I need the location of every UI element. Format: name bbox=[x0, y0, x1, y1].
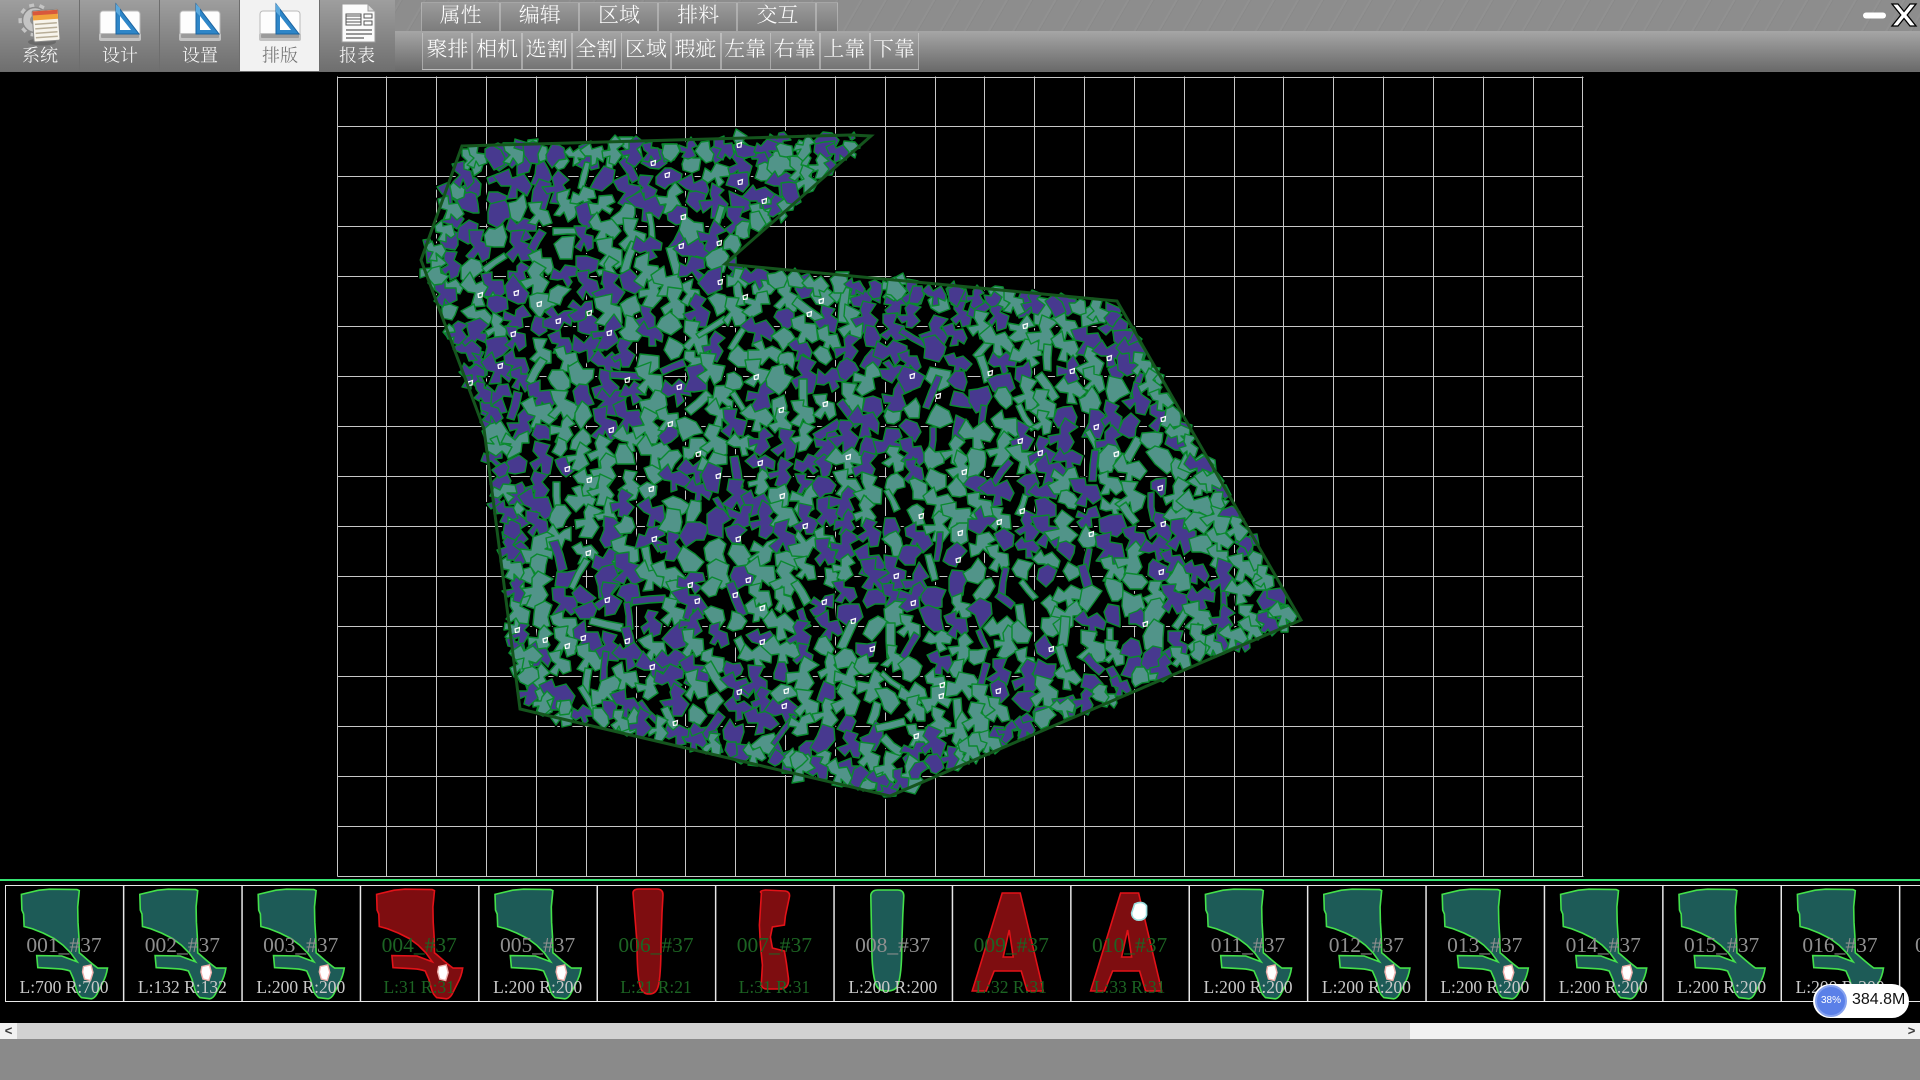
svg-text:012_#37: 012_#37 bbox=[1329, 933, 1405, 957]
svg-text:L:200 R:200: L:200 R:200 bbox=[1440, 977, 1529, 997]
svg-text:0: 0 bbox=[1915, 933, 1920, 957]
svg-text:L:200 R:200: L:200 R:200 bbox=[1559, 977, 1648, 997]
svg-text:L:200 R:200: L:200 R:200 bbox=[1677, 977, 1766, 997]
svg-text:004_#37: 004_#37 bbox=[382, 933, 458, 957]
svg-text:L:33 R:31: L:33 R:31 bbox=[1094, 977, 1165, 997]
svg-text:015_#37: 015_#37 bbox=[1684, 933, 1760, 957]
svg-text:006_#37: 006_#37 bbox=[618, 933, 694, 957]
svg-text:L:200 R:200: L:200 R:200 bbox=[1204, 977, 1293, 997]
svg-text:005_#37: 005_#37 bbox=[500, 933, 575, 957]
svg-text:L:31 R:31: L:31 R:31 bbox=[383, 977, 454, 997]
svg-text:002_#37: 002_#37 bbox=[145, 933, 221, 957]
svg-text:016_#37: 016_#37 bbox=[1802, 933, 1878, 957]
svg-text:007_#37: 007_#37 bbox=[737, 933, 813, 957]
svg-text:014_#37: 014_#37 bbox=[1566, 933, 1642, 957]
svg-text:009_#37: 009_#37 bbox=[974, 933, 1049, 957]
svg-text:001_#37: 001_#37 bbox=[26, 933, 102, 957]
svg-text:010_#37: 010_#37 bbox=[1092, 933, 1168, 957]
svg-text:L:200 R:200: L:200 R:200 bbox=[1322, 977, 1411, 997]
svg-text:L:200 R:200: L:200 R:200 bbox=[493, 977, 582, 997]
svg-text:L:32 R:31: L:32 R:31 bbox=[975, 977, 1046, 997]
svg-text:L:132 R:132: L:132 R:132 bbox=[138, 977, 227, 997]
svg-text:L:21 R:21: L:21 R:21 bbox=[620, 977, 691, 997]
svg-text:011_#37: 011_#37 bbox=[1211, 933, 1286, 957]
svg-text:L:31 R:31: L:31 R:31 bbox=[739, 977, 810, 997]
svg-text:003_#37: 003_#37 bbox=[263, 933, 339, 957]
svg-text:008_#37: 008_#37 bbox=[855, 933, 931, 957]
svg-text:L:200 R:200: L:200 R:200 bbox=[256, 977, 345, 997]
svg-text:013_#37: 013_#37 bbox=[1447, 933, 1523, 957]
svg-text:L:200 R:200: L:200 R:200 bbox=[848, 977, 937, 997]
svg-text:L:700 R:700: L:700 R:700 bbox=[20, 977, 109, 997]
